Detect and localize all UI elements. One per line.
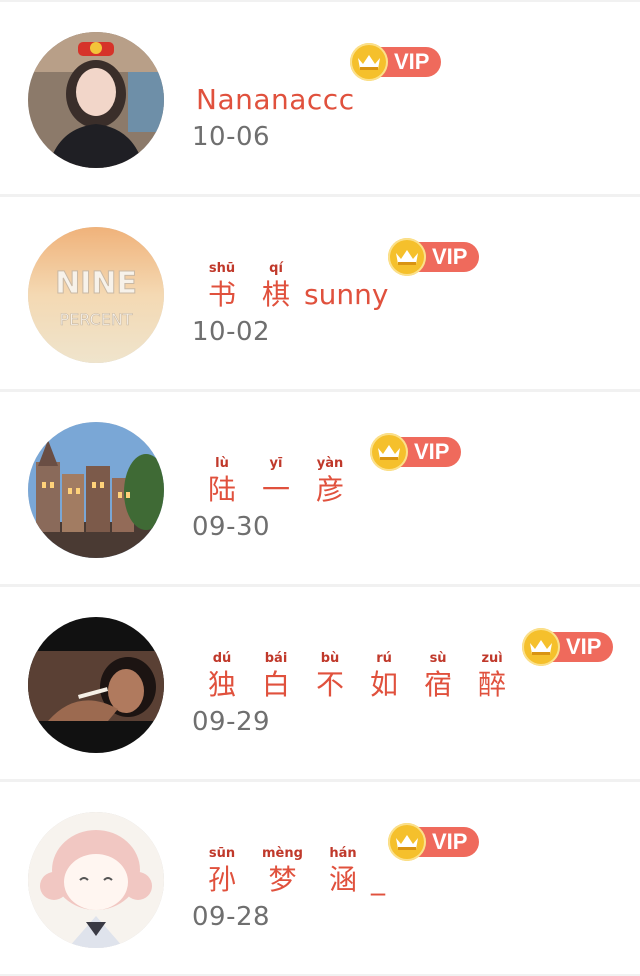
pinyin-text: hán xyxy=(329,846,357,861)
list-item[interactable]: sūn 孙 mèng 梦 hán 涵 _ VIP 09-28 xyxy=(0,782,640,974)
hanzi-text: 白 xyxy=(262,668,291,701)
vip-badge: VIP xyxy=(350,43,442,81)
pinyin-text: sù xyxy=(429,651,447,666)
hanzi-text: 不 xyxy=(316,668,345,701)
pinyin-text: mèng xyxy=(262,846,303,861)
join-date: 10-06 xyxy=(192,122,271,152)
pinyin-text: yī xyxy=(269,456,283,471)
pinyin-text: yàn xyxy=(316,456,344,471)
vip-badge: VIP xyxy=(522,628,614,666)
join-date: 10-02 xyxy=(192,317,271,347)
pinyin-text: sūn xyxy=(208,846,236,861)
vip-badge: VIP xyxy=(388,823,480,861)
hanzi-text: 陆 xyxy=(208,473,237,506)
avatar[interactable] xyxy=(28,32,164,168)
crown-icon xyxy=(350,43,388,81)
hanzi-text: 宿 xyxy=(424,668,453,701)
hanzi-text: 书 xyxy=(208,278,237,311)
pinyin-text: bái xyxy=(264,651,288,666)
user-name-tail: sunny xyxy=(304,278,389,311)
vip-badge: VIP xyxy=(388,238,480,276)
hanzi-text: 棋 xyxy=(262,278,291,311)
svg-text:NINE: NINE xyxy=(55,266,137,301)
pinyin-text: bù xyxy=(320,651,340,666)
user-name: lù 陆 yī 一 yàn 彦 xyxy=(196,428,370,508)
hanzi-text: 醉 xyxy=(478,668,507,701)
svg-text:PERCENT: PERCENT xyxy=(59,310,132,329)
join-date: 09-29 xyxy=(192,707,271,737)
pinyin-text: rú xyxy=(376,651,392,666)
user-name-tail: _ xyxy=(370,863,385,896)
pinyin-text: lù xyxy=(215,456,229,471)
pinyin-text: dú xyxy=(212,651,232,666)
pinyin-text: shū xyxy=(208,261,236,276)
user-name: dú 独 bái 白 bù 不 rú 如 sù 宿 zuì 醉 xyxy=(196,623,506,703)
hanzi-text: 一 xyxy=(262,473,291,506)
hanzi-text: 如 xyxy=(370,668,399,701)
city-buildings-avatar-image xyxy=(28,422,164,558)
crown-icon xyxy=(388,823,426,861)
vip-badge: VIP xyxy=(370,433,462,471)
hanzi-text: 独 xyxy=(208,668,237,701)
list-item[interactable]: Nananaccc VIP 10-06 xyxy=(0,2,640,194)
hanzi-text: 梦 xyxy=(268,863,297,896)
woman-smoking-avatar-image xyxy=(28,617,164,753)
crown-icon xyxy=(370,433,408,471)
user-name-text: Nananaccc xyxy=(196,83,355,116)
list-item[interactable]: dú 独 bái 白 bù 不 rú 如 sù 宿 zuì 醉 VIP 09-2… xyxy=(0,587,640,779)
crown-icon xyxy=(388,238,426,276)
avatar[interactable] xyxy=(28,812,164,948)
avatar[interactable]: NINE PERCENT xyxy=(28,227,164,363)
anime-girl-avatar-image xyxy=(28,812,164,948)
nine-percent-avatar-image: NINE PERCENT xyxy=(28,227,164,363)
user-name: Nananaccc xyxy=(196,38,355,118)
avatar[interactable] xyxy=(28,617,164,753)
list-item[interactable]: lù 陆 yī 一 yàn 彦 VIP 09-30 xyxy=(0,392,640,584)
list-item[interactable]: NINE PERCENT shū 书 qí 棋 sunny VIP 10-02 xyxy=(0,197,640,389)
pinyin-text: zuì xyxy=(481,651,503,666)
hanzi-text: 涵 xyxy=(328,863,357,896)
hanzi-text: 孙 xyxy=(208,863,237,896)
join-date: 09-30 xyxy=(192,512,271,542)
crown-icon xyxy=(522,628,560,666)
girl-selfie-avatar-image xyxy=(28,32,164,168)
user-name: shū 书 qí 棋 sunny xyxy=(196,233,388,313)
join-date: 09-28 xyxy=(192,902,271,932)
user-name: sūn 孙 mèng 梦 hán 涵 _ xyxy=(196,818,385,898)
avatar[interactable] xyxy=(28,422,164,558)
member-list: Nananaccc VIP 10-06 NINE PERCENT shū 书 q… xyxy=(0,0,640,976)
pinyin-text: qí xyxy=(269,261,283,276)
hanzi-text: 彦 xyxy=(316,473,345,506)
